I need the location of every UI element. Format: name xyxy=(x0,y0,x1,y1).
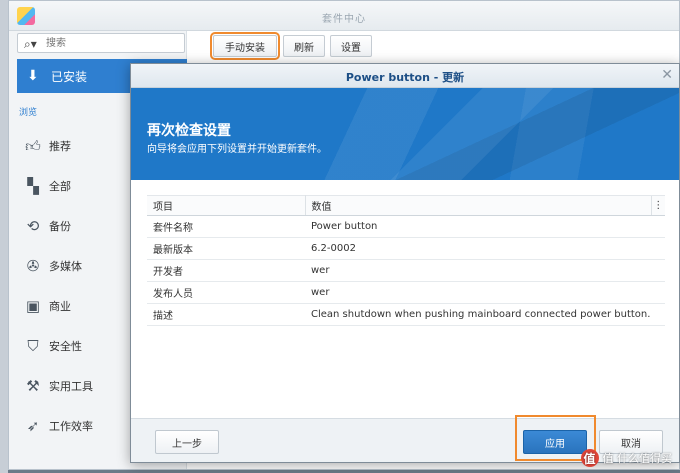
table-row: 描述 Clean shutdown when pushing mainboard… xyxy=(147,303,665,326)
update-wizard-dialog: Power button - 更新 ✕ 再次检查设置 向导将会应用下列设置并开始… xyxy=(130,63,680,463)
row-key: 开发者 xyxy=(147,259,305,282)
thumbs-up-icon: 👍︎ xyxy=(25,136,41,155)
window-title: 套件中心 xyxy=(322,14,366,25)
row-value: Power button xyxy=(305,215,665,238)
row-key: 描述 xyxy=(147,303,305,326)
dialog-titlebar[interactable]: Power button - 更新 ✕ xyxy=(131,64,679,88)
desktop-background xyxy=(0,0,8,473)
shop-icon: ▣ xyxy=(25,297,41,315)
grid-icon: ▚ xyxy=(27,177,39,195)
refresh-button[interactable]: 刷新 xyxy=(283,35,325,57)
rocket-icon: ➶ xyxy=(26,417,40,435)
wrench-icon: ⚒ xyxy=(26,377,40,395)
browse-section-label: 浏览 xyxy=(19,108,38,118)
banner-title: 再次检查设置 xyxy=(147,123,231,139)
sidebar-item-label: 安全性 xyxy=(49,340,82,353)
watermark: 值 值 什么值得买 xyxy=(580,449,673,467)
row-key: 发布人员 xyxy=(147,281,305,304)
close-icon[interactable]: ✕ xyxy=(661,67,673,83)
manual-install-button[interactable]: 手动安装 xyxy=(210,32,280,60)
film-reel-icon: ✇ xyxy=(26,257,40,275)
sidebar-item-label: 实用工具 xyxy=(49,380,93,393)
row-value: wer xyxy=(305,259,665,282)
sidebar-item-label: 已安装 xyxy=(51,69,88,84)
sidebar-item-label: 工作效率 xyxy=(49,420,93,433)
sidebar-item-label: 推荐 xyxy=(49,140,71,153)
table-row: 开发者 wer xyxy=(147,259,665,282)
search-icon[interactable]: ⌕▾ xyxy=(24,37,37,52)
sidebar-item-label: 全部 xyxy=(49,180,71,193)
shield-icon: ⛉ xyxy=(27,337,39,355)
table-row: 发布人员 wer xyxy=(147,281,665,304)
download-icon: ⬇ xyxy=(27,68,39,84)
column-header-item[interactable]: 项目 xyxy=(147,195,306,216)
table-row: 套件名称 Power button xyxy=(147,215,665,238)
sidebar-item-label: 备份 xyxy=(49,220,71,233)
sidebar-item-label: 商业 xyxy=(49,300,71,313)
search-input[interactable] xyxy=(46,36,180,50)
backup-icon: ⟲ xyxy=(26,217,40,235)
watermark-badge: 值 xyxy=(580,449,599,467)
watermark-text: 值 什么值得买 xyxy=(602,452,673,465)
row-value: 6.2-0002 xyxy=(305,237,665,260)
row-value: wer xyxy=(305,281,665,304)
search-box[interactable]: ⌕▾ xyxy=(17,33,185,53)
settings-button[interactable]: 设置 xyxy=(330,35,372,57)
column-header-value[interactable]: 数值 xyxy=(305,195,651,216)
banner-subtitle: 向导将会应用下列设置并开始更新套件。 xyxy=(147,144,327,155)
dialog-banner: 再次检查设置 向导将会应用下列设置并开始更新套件。 xyxy=(131,88,679,180)
sidebar-item-label: 多媒体 xyxy=(49,260,82,273)
table-row: 最新版本 6.2-0002 xyxy=(147,237,665,260)
table-header-row: 项目 数值 ⋮ xyxy=(147,195,665,216)
row-value: Clean shutdown when pushing mainboard co… xyxy=(305,303,665,326)
window-titlebar[interactable]: 套件中心 xyxy=(9,1,679,31)
column-menu-icon[interactable]: ⋮ xyxy=(650,195,665,216)
settings-summary-table: 项目 数值 ⋮ 套件名称 Power button 最新版本 6.2-0002 … xyxy=(147,195,665,326)
back-button[interactable]: 上一步 xyxy=(155,430,219,454)
row-key: 套件名称 xyxy=(147,215,305,238)
dialog-title: Power button - 更新 xyxy=(345,71,465,84)
row-key: 最新版本 xyxy=(147,237,305,260)
